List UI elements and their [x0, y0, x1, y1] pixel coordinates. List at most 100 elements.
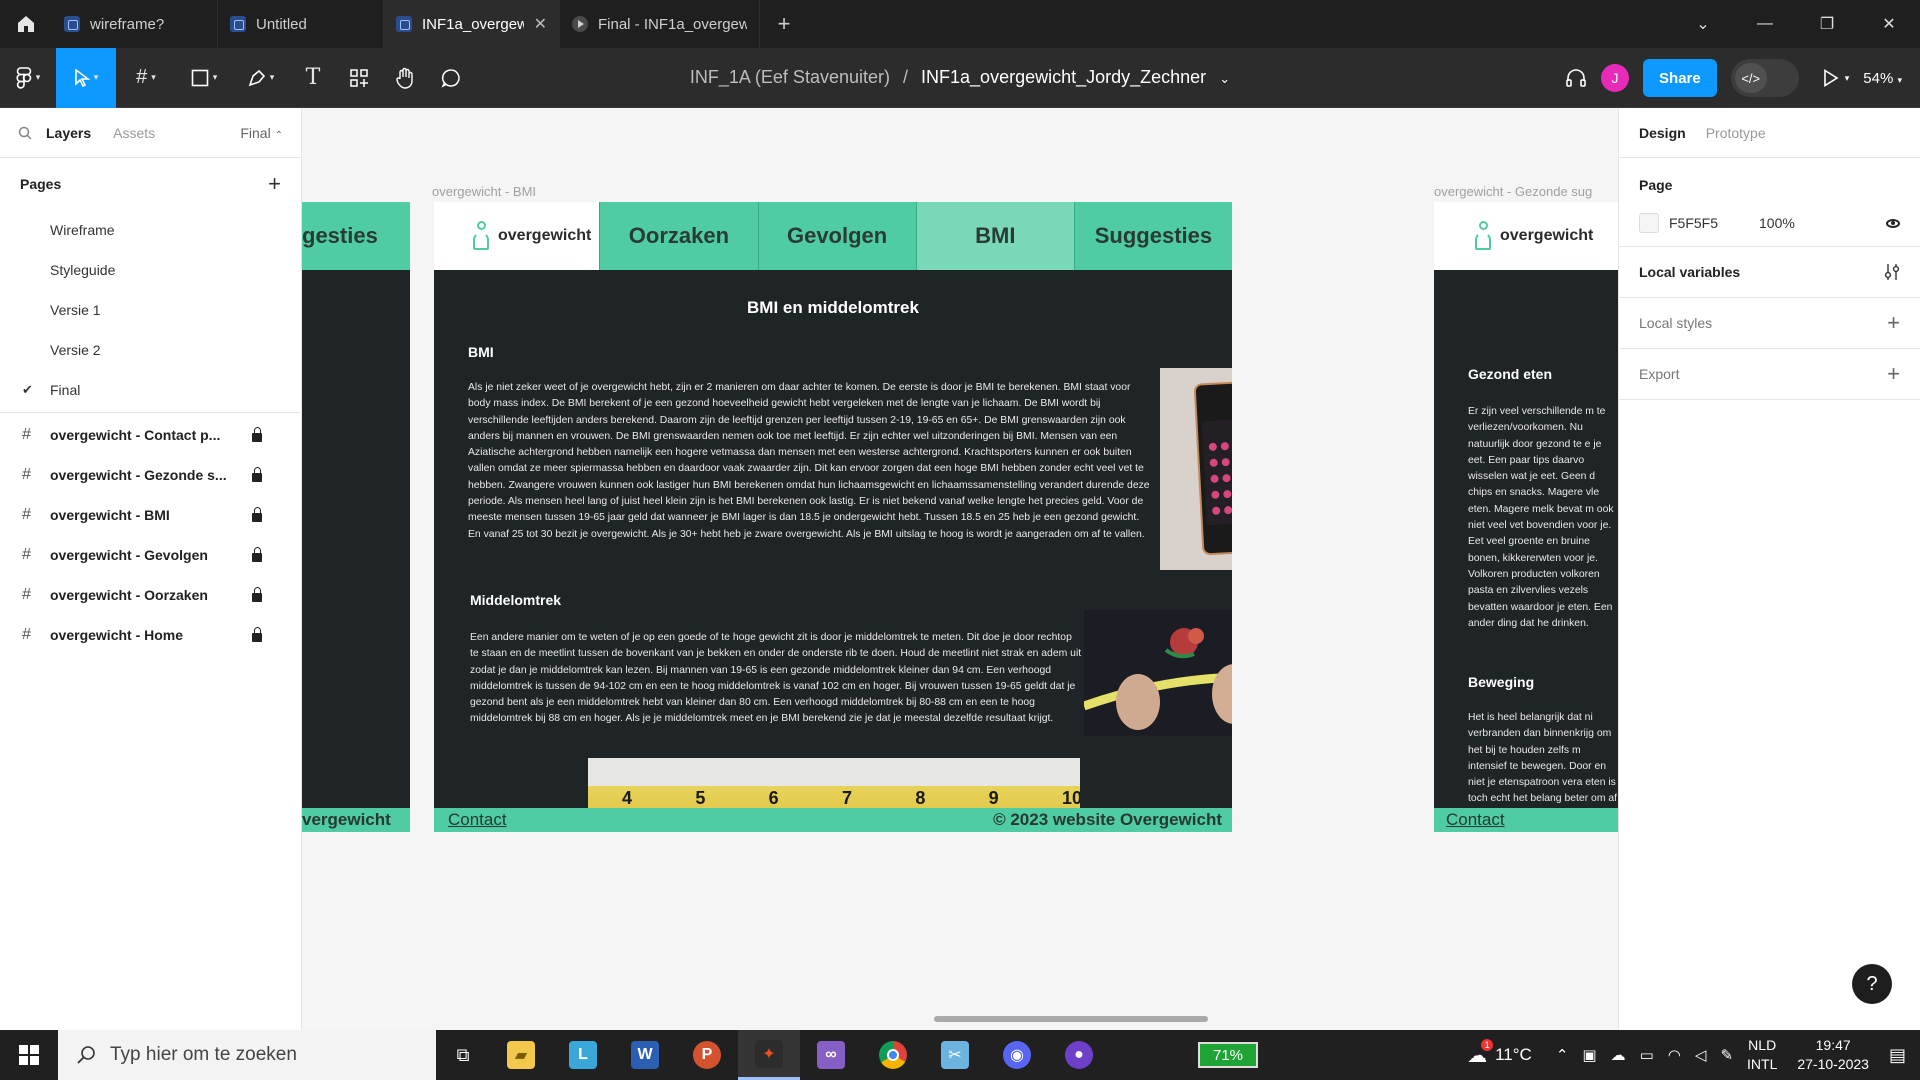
canvas[interactable]: gesties vergewicht overgewicht - BMI ove… — [302, 108, 1618, 1030]
taskbar-app-figma[interactable]: ✦ — [738, 1030, 800, 1080]
page-item[interactable]: Versie 2 — [0, 330, 301, 370]
shape-tool[interactable]: ▾ — [176, 48, 232, 108]
lock-icon[interactable] — [252, 546, 262, 562]
lock-icon[interactable] — [252, 586, 262, 602]
battery-icon[interactable]: ▭ — [1640, 1046, 1654, 1064]
lock-icon[interactable] — [252, 466, 262, 482]
page-color-value[interactable]: F5F5F5 — [1669, 215, 1749, 231]
page-item-current[interactable]: ✔ Final — [0, 370, 301, 410]
page-selector[interactable]: Final ⌃ — [240, 125, 283, 141]
horizontal-scrollbar[interactable] — [934, 1016, 1208, 1022]
weather-widget[interactable]: ☁ 1 11°C — [1467, 1038, 1532, 1068]
language-indicator[interactable]: NLD INTL — [1747, 1036, 1777, 1074]
pen-menu-icon[interactable]: ✎ — [1720, 1046, 1733, 1064]
logo[interactable]: overgewicht — [1434, 202, 1618, 270]
taskbar-search[interactable]: Typ hier om te zoeken — [58, 1030, 436, 1080]
nav-item-oorzaken[interactable]: Oorzaken — [599, 202, 758, 270]
layer-item[interactable]: # overgewicht - BMI — [0, 495, 301, 535]
color-swatch[interactable] — [1639, 213, 1659, 233]
logo[interactable]: overgewicht — [434, 202, 600, 270]
nav-item-partial[interactable]: gesties — [302, 202, 410, 270]
taskbar-app-github[interactable]: ● — [1048, 1030, 1110, 1080]
frame-tool[interactable]: # ▾ — [116, 48, 176, 108]
page-item[interactable]: Versie 1 — [0, 290, 301, 330]
page-opacity-value[interactable]: 100% — [1759, 215, 1795, 231]
headphones-icon[interactable] — [1565, 67, 1587, 89]
clock[interactable]: 19:47 27-10-2023 — [1797, 1036, 1869, 1074]
move-tool[interactable]: ▾ — [56, 47, 116, 108]
tab-design[interactable]: Design — [1639, 125, 1686, 141]
taskbar-app-powerpoint[interactable]: P — [676, 1030, 738, 1080]
volume-icon[interactable]: ◁ — [1695, 1046, 1707, 1064]
layer-item[interactable]: # overgewicht - Gevolgen — [0, 535, 301, 575]
tab-assets[interactable]: Assets — [113, 125, 155, 141]
chevron-down-icon[interactable]: ⌄ — [1672, 0, 1734, 48]
new-tab-button[interactable]: + — [760, 0, 808, 48]
breadcrumb-team[interactable]: INF_1A (Eef Stavenuiter) — [690, 67, 890, 87]
nav-item-suggesties[interactable]: Suggesties — [1073, 202, 1232, 270]
breadcrumb-file[interactable]: INF1a_overgewicht_Jordy_Zechner — [921, 67, 1206, 87]
frame-gezonde-suggesties[interactable]: overgewicht Gezond eten Er zijn veel ver… — [1434, 202, 1618, 832]
lock-icon[interactable] — [252, 626, 262, 642]
close-icon[interactable]: ✕ — [534, 14, 547, 34]
layer-item[interactable]: # overgewicht - Contact p... — [0, 415, 301, 455]
share-button[interactable]: Share — [1643, 59, 1717, 97]
layer-item[interactable]: # overgewicht - Gezonde s... — [0, 455, 301, 495]
frame-label[interactable]: overgewicht - Gezonde sug — [1434, 184, 1618, 199]
taskbar-app-word[interactable]: W — [614, 1030, 676, 1080]
hand-tool[interactable] — [382, 48, 428, 108]
restore-button[interactable]: ❐ — [1796, 0, 1858, 48]
add-export-button[interactable]: + — [1887, 361, 1900, 387]
layer-item[interactable]: # overgewicht - Home — [0, 615, 301, 655]
notifications-icon[interactable]: ▤ — [1889, 1045, 1906, 1066]
sliders-icon[interactable] — [1884, 263, 1900, 281]
add-style-button[interactable]: + — [1887, 310, 1900, 336]
taskbar-app-visual-studio[interactable]: ∞ — [800, 1030, 862, 1080]
page-item[interactable]: Styleguide — [0, 250, 301, 290]
nav-item-gevolgen[interactable]: Gevolgen — [757, 202, 916, 270]
tab-wireframe[interactable]: wireframe? — [52, 0, 218, 48]
chevron-up-icon[interactable]: ⌃ — [1556, 1046, 1569, 1064]
tab-prototype[interactable]: Prototype — [1706, 125, 1766, 141]
eye-icon[interactable] — [1886, 218, 1900, 228]
taskbar-app-l[interactable]: L — [552, 1030, 614, 1080]
minimize-button[interactable]: — — [1734, 0, 1796, 48]
lock-icon[interactable] — [252, 426, 262, 442]
add-page-button[interactable]: + — [268, 171, 281, 197]
taskbar-app-discord[interactable]: ◉ — [986, 1030, 1048, 1080]
task-view-button[interactable]: ⧉ — [436, 1030, 490, 1080]
tab-current-file[interactable]: INF1a_overgewicht_Jordy_Zechner ✕ — [384, 0, 560, 48]
tab-untitled[interactable]: Untitled — [218, 0, 384, 48]
main-menu-button[interactable]: ▾ — [0, 48, 56, 108]
page-color-row[interactable]: F5F5F5 100% — [1639, 206, 1900, 240]
taskbar-app-chrome[interactable] — [862, 1030, 924, 1080]
avatar[interactable]: J — [1601, 64, 1630, 92]
pen-tool[interactable]: ▾ — [232, 48, 290, 108]
onedrive-cloud-icon[interactable]: ☁ — [1611, 1046, 1626, 1064]
present-button[interactable]: ▾ — [1823, 69, 1849, 87]
battery-indicator[interactable]: 71% — [1198, 1042, 1258, 1068]
help-button[interactable]: ? — [1852, 964, 1892, 1004]
home-button[interactable] — [0, 0, 52, 48]
local-variables-row[interactable]: Local variables — [1639, 247, 1900, 297]
lock-icon[interactable] — [252, 506, 262, 522]
comment-tool[interactable] — [428, 48, 474, 108]
search-icon[interactable] — [18, 126, 32, 140]
frame-previous[interactable]: gesties vergewicht — [302, 202, 410, 832]
tab-prototype[interactable]: Final - INF1a_overgewicht_Jordy_Zechner — [560, 0, 760, 48]
start-button[interactable] — [0, 1045, 58, 1065]
tab-layers[interactable]: Layers — [46, 125, 91, 141]
frame-bmi[interactable]: overgewicht Oorzaken Gevolgen BMI Sugges… — [434, 202, 1232, 832]
resources-tool[interactable] — [336, 48, 382, 108]
chevron-down-icon[interactable]: ⌄ — [1219, 71, 1230, 86]
close-window-button[interactable]: ✕ — [1858, 0, 1920, 48]
camera-icon[interactable]: ▣ — [1582, 1046, 1596, 1064]
footer-contact-link[interactable]: Contact — [448, 810, 507, 830]
frame-label[interactable]: overgewicht - BMI — [432, 184, 536, 199]
zoom-level[interactable]: 54% ▾ — [1863, 70, 1902, 87]
text-tool[interactable]: T — [290, 48, 336, 108]
taskbar-app-explorer[interactable]: ▰ — [490, 1030, 552, 1080]
export-row[interactable]: Export + — [1639, 349, 1900, 399]
wifi-icon[interactable]: ◠ — [1668, 1046, 1681, 1064]
footer-contact-link[interactable]: Contact — [1446, 810, 1505, 830]
